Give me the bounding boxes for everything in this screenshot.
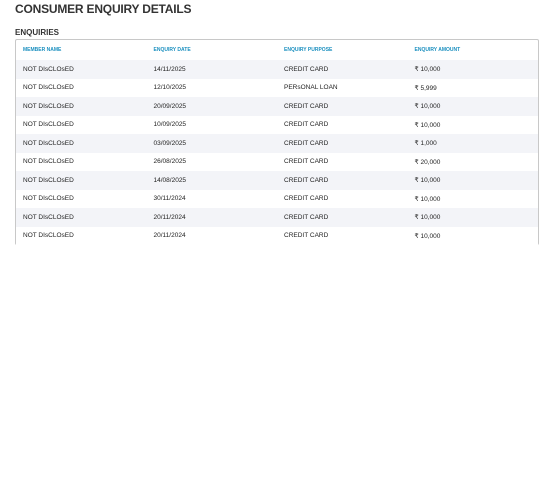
member-name-cell: NOT DIsCLOsED: [16, 60, 147, 79]
table-row: NOT DIsCLOsED 30/11/2024 CREDIT CARD ₹ 1…: [16, 189, 538, 208]
member-name-cell: NOT DIsCLOsED: [16, 97, 147, 116]
table-row: NOT DIsCLOsED 12/10/2025 PERsONAL LOAN ₹…: [16, 78, 538, 97]
enquiries-table: MEMBER NAME ENQUIRY DATE ENQUIRY PURPOSE…: [16, 40, 538, 245]
enquiry-amount-cell: ₹ 10,000: [407, 97, 538, 116]
enquiry-purpose-cell: CREDIT CARD: [277, 60, 408, 79]
column-header-member-name: MEMBER NAME: [23, 47, 62, 53]
table-row: NOT DIsCLOsED 20/11/2024 CREDIT CARD ₹ 1…: [16, 208, 538, 227]
column-header-enquiry-purpose: ENQUIRY PURPOSE: [284, 47, 333, 53]
enquiry-amount-cell: ₹ 10,000: [407, 208, 538, 227]
enquiry-date-cell: 03/09/2025: [146, 134, 278, 153]
enquiry-purpose-cell: PERsONAL LOAN: [277, 78, 408, 97]
enquiry-date-cell: 20/11/2024: [146, 208, 278, 227]
member-name-cell: NOT DIsCLOsED: [16, 78, 147, 97]
member-name-cell: NOT DIsCLOsED: [16, 189, 147, 208]
enquiry-purpose-cell: CREDIT CARD: [277, 189, 408, 208]
member-name-cell: NOT DIsCLOsED: [16, 208, 147, 227]
enquiry-date-cell: 26/08/2025: [146, 152, 278, 171]
column-header-enquiry-date: ENQUIRY DATE: [153, 47, 191, 53]
table-header-row: MEMBER NAME ENQUIRY DATE ENQUIRY PURPOSE…: [16, 40, 538, 60]
member-name-cell: NOT DIsCLOsED: [16, 115, 147, 134]
table-row: NOT DIsCLOsED 14/11/2025 CREDIT CARD ₹ 1…: [16, 60, 538, 79]
table-row: NOT DIsCLOsED 20/09/2025 CREDIT CARD ₹ 1…: [16, 97, 538, 116]
enquiry-purpose-cell: CREDIT CARD: [277, 226, 408, 245]
enquiry-date-cell: 14/11/2025: [146, 60, 278, 79]
member-name-cell: NOT DIsCLOsED: [16, 171, 147, 190]
enquiry-amount-cell: ₹ 10,000: [407, 226, 538, 245]
enquiry-date-cell: 30/11/2024: [146, 189, 278, 208]
enquiry-purpose-cell: CREDIT CARD: [277, 115, 408, 134]
enquiry-amount-cell: ₹ 1,000: [407, 134, 538, 153]
enquiry-date-cell: 14/08/2025: [146, 171, 278, 190]
enquiry-date-cell: 12/10/2025: [146, 78, 278, 97]
enquiry-date-cell: 20/11/2024: [146, 226, 278, 245]
table-row: NOT DIsCLOsED 03/09/2025 CREDIT CARD ₹ 1…: [16, 134, 538, 153]
section-title: ENQUIRIES: [15, 28, 60, 37]
page-title: CONSUMER ENQUIRY DETAILS: [15, 2, 192, 16]
enquiry-amount-cell: ₹ 5,999: [407, 78, 538, 97]
member-name-cell: NOT DIsCLOsED: [16, 134, 147, 153]
enquiry-date-cell: 20/09/2025: [146, 97, 278, 116]
enquiry-amount-cell: ₹ 10,000: [407, 60, 538, 79]
table-row: NOT DIsCLOsED 14/08/2025 CREDIT CARD ₹ 1…: [16, 171, 538, 190]
table-row: NOT DIsCLOsED 26/08/2025 CREDIT CARD ₹ 2…: [16, 152, 538, 171]
enquiry-amount-cell: ₹ 10,000: [407, 189, 538, 208]
table-row: NOT DIsCLOsED 10/09/2025 CREDIT CARD ₹ 1…: [16, 115, 538, 134]
enquiry-purpose-cell: CREDIT CARD: [277, 134, 408, 153]
table-row: NOT DIsCLOsED 20/11/2024 CREDIT CARD ₹ 1…: [16, 226, 538, 245]
member-name-cell: NOT DIsCLOsED: [16, 152, 147, 171]
enquiry-purpose-cell: CREDIT CARD: [277, 152, 408, 171]
enquiry-amount-cell: ₹ 10,000: [407, 115, 538, 134]
enquiry-purpose-cell: CREDIT CARD: [277, 171, 408, 190]
enquiry-amount-cell: ₹ 20,000: [407, 152, 538, 171]
enquiry-amount-cell: ₹ 10,000: [407, 171, 538, 190]
enquiries-table-container: MEMBER NAME ENQUIRY DATE ENQUIRY PURPOSE…: [15, 39, 539, 245]
column-header-enquiry-amount: ENQUIRY AMOUNT: [414, 47, 461, 53]
enquiry-purpose-cell: CREDIT CARD: [277, 208, 408, 227]
enquiry-date-cell: 10/09/2025: [146, 115, 278, 134]
member-name-cell: NOT DIsCLOsED: [16, 226, 147, 245]
enquiry-purpose-cell: CREDIT CARD: [277, 97, 408, 116]
